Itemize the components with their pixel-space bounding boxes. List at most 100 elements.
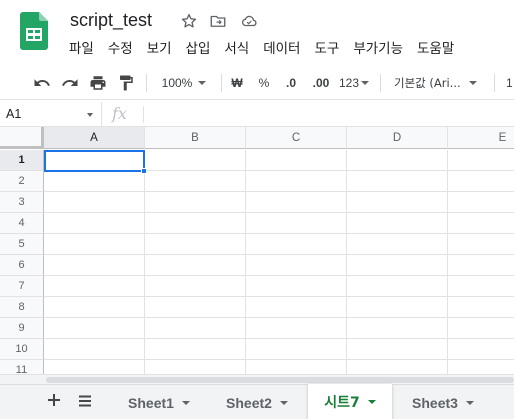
chevron-down-icon[interactable]: [465, 400, 474, 405]
grid-cell[interactable]: [448, 213, 514, 234]
grid-cell[interactable]: [44, 339, 145, 360]
grid-cell[interactable]: [145, 150, 246, 171]
scrollbar-thumb[interactable]: [46, 377, 514, 383]
grid-cell[interactable]: [347, 276, 448, 297]
decrease-decimal-button[interactable]: .0: [280, 66, 302, 100]
grid-cell[interactable]: [44, 276, 145, 297]
select-all-corner[interactable]: [0, 127, 44, 149]
grid-cell[interactable]: [145, 171, 246, 192]
grid-cell[interactable]: [44, 255, 145, 276]
grid-cell[interactable]: [44, 213, 145, 234]
grid-cell[interactable]: [347, 150, 448, 171]
grid-cell[interactable]: [448, 234, 514, 255]
grid-cell[interactable]: [145, 276, 246, 297]
grid-cell[interactable]: [145, 360, 246, 374]
paint-format-button[interactable]: [114, 66, 138, 100]
row-header[interactable]: 1: [0, 150, 44, 171]
grid-cell[interactable]: [44, 171, 145, 192]
menu-view[interactable]: 보기: [140, 38, 179, 60]
grid-cell[interactable]: [246, 276, 347, 297]
grid-cell[interactable]: [145, 213, 246, 234]
star-icon[interactable]: [180, 12, 198, 30]
zoom-select[interactable]: 100%: [154, 66, 214, 100]
sheet-tab[interactable]: Sheet3: [396, 385, 490, 419]
percent-format-button[interactable]: %: [254, 66, 274, 100]
grid-cell[interactable]: [44, 192, 145, 213]
grid-cell[interactable]: [347, 213, 448, 234]
active-cell-selection[interactable]: [44, 150, 145, 172]
all-sheets-button[interactable]: [72, 385, 98, 419]
grid-cell[interactable]: [246, 192, 347, 213]
cloud-status-icon[interactable]: [240, 12, 258, 30]
sheet-tab[interactable]: Sheet1: [112, 385, 206, 419]
grid-cell[interactable]: [44, 297, 145, 318]
number-format-select[interactable]: 123: [337, 66, 371, 100]
grid-cell[interactable]: [44, 360, 145, 374]
row-header[interactable]: 5: [0, 234, 44, 255]
grid-cell[interactable]: [145, 234, 246, 255]
menu-addons[interactable]: 부가기능: [346, 38, 410, 60]
grid-cell[interactable]: [448, 339, 514, 360]
grid-cell[interactable]: [347, 339, 448, 360]
grid-cell[interactable]: [347, 171, 448, 192]
menu-insert[interactable]: 삽입: [179, 38, 218, 60]
grid-cell[interactable]: [44, 318, 145, 339]
formula-input[interactable]: [150, 102, 514, 127]
grid-cell[interactable]: [347, 255, 448, 276]
font-family-select[interactable]: 기본값 (Ari...: [388, 66, 486, 100]
row-header[interactable]: 8: [0, 297, 44, 318]
row-header[interactable]: 2: [0, 171, 44, 192]
menu-edit[interactable]: 수정: [101, 38, 140, 60]
grid-cell[interactable]: [347, 192, 448, 213]
grid-cell[interactable]: [448, 360, 514, 374]
grid-cell[interactable]: [347, 318, 448, 339]
grid-cell[interactable]: [145, 192, 246, 213]
chevron-down-icon[interactable]: [367, 400, 376, 404]
row-header[interactable]: 4: [0, 213, 44, 234]
grid-cell[interactable]: [246, 213, 347, 234]
row-header[interactable]: 11: [0, 360, 44, 374]
redo-button[interactable]: [58, 66, 82, 100]
horizontal-scrollbar[interactable]: [0, 374, 514, 384]
grid-cell[interactable]: [448, 318, 514, 339]
column-header[interactable]: A: [44, 127, 145, 149]
grid-cell[interactable]: [448, 297, 514, 318]
row-header[interactable]: 10: [0, 339, 44, 360]
move-to-folder-icon[interactable]: [209, 12, 227, 30]
row-header[interactable]: 7: [0, 276, 44, 297]
grid-cell[interactable]: [448, 255, 514, 276]
sheet-tab[interactable]: 시트7: [308, 384, 392, 419]
row-header[interactable]: 9: [0, 318, 44, 339]
grid-cell[interactable]: [246, 339, 347, 360]
add-sheet-button[interactable]: [42, 385, 66, 419]
column-header[interactable]: C: [246, 127, 347, 149]
grid-cell[interactable]: [145, 318, 246, 339]
currency-format-button[interactable]: ₩: [227, 66, 247, 100]
menu-format[interactable]: 서식: [217, 38, 256, 60]
grid-cell[interactable]: [448, 192, 514, 213]
grid-cell[interactable]: [246, 171, 347, 192]
grid-cell[interactable]: [448, 276, 514, 297]
fill-handle[interactable]: [141, 168, 147, 174]
sheet-tab[interactable]: Sheet2: [210, 385, 304, 419]
increase-decimal-button[interactable]: .00: [308, 66, 334, 100]
print-button[interactable]: [86, 66, 110, 100]
grid-cell[interactable]: [347, 234, 448, 255]
column-header[interactable]: D: [347, 127, 448, 149]
grid-cell[interactable]: [347, 297, 448, 318]
grid-cell[interactable]: [44, 234, 145, 255]
name-box[interactable]: A1: [0, 102, 102, 127]
grid-cell[interactable]: [448, 171, 514, 192]
grid-cell[interactable]: [347, 360, 448, 374]
chevron-down-icon[interactable]: [181, 400, 190, 405]
grid-cell[interactable]: [246, 234, 347, 255]
font-size-select[interactable]: 1: [500, 66, 514, 100]
grid-cell[interactable]: [246, 255, 347, 276]
chevron-down-icon[interactable]: [279, 400, 288, 405]
column-header[interactable]: E: [448, 127, 514, 149]
grid-cell[interactable]: [145, 297, 246, 318]
row-header[interactable]: 3: [0, 192, 44, 213]
grid-cell[interactable]: [246, 360, 347, 374]
grid-cell[interactable]: [145, 255, 246, 276]
menu-data[interactable]: 데이터: [256, 38, 307, 60]
